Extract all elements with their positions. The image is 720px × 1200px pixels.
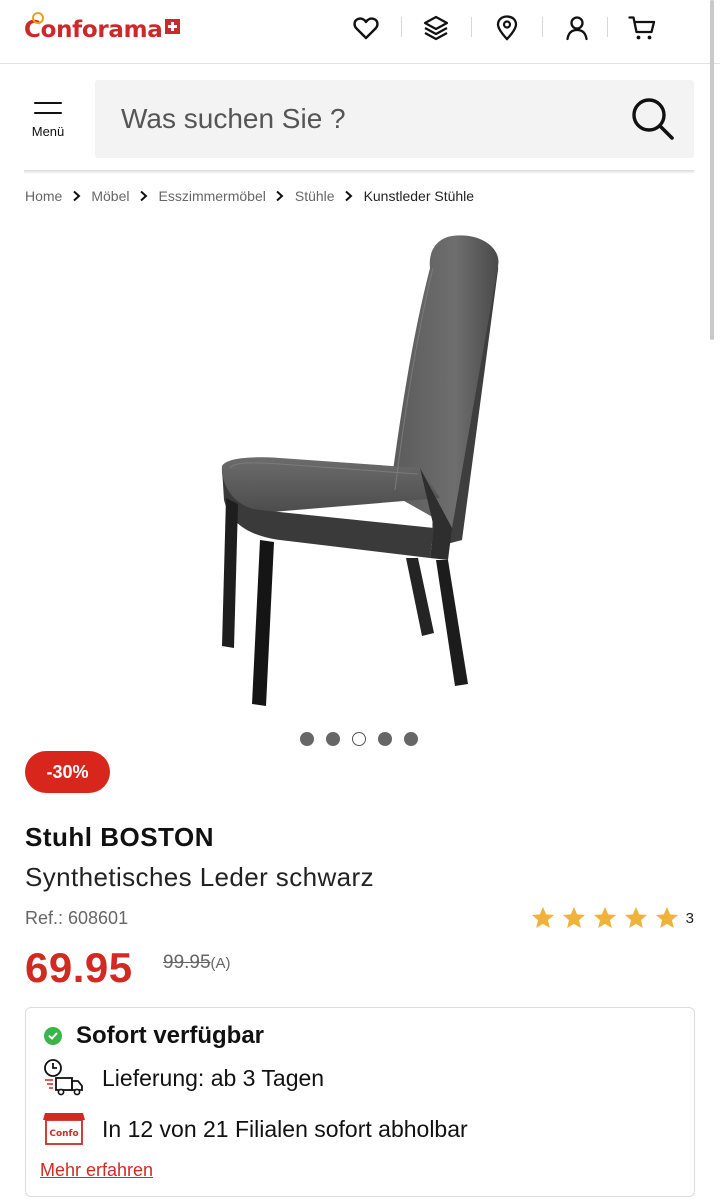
header-divider [401,17,402,37]
product-subtitle: Synthetisches Leder schwarz [25,862,374,892]
star-icon [593,906,616,928]
star-icon [531,906,554,928]
breadcrumb-stuehle[interactable]: Stühle [295,188,335,204]
breadcrumb-home[interactable]: Home [25,188,62,204]
product-rating[interactable]: 3 [525,905,694,931]
old-price-value: 99.95 [163,952,211,973]
discount-badge: -30% [25,751,110,793]
store-icon-label: Confo [49,1129,78,1139]
availability-box: Sofort verfügbar Lieferung: ab 3 Tagen C… [25,1007,695,1197]
breadcrumb: Home Möbel Esszimmermöbel Stühle Kunstle… [25,186,474,206]
gallery-dot[interactable] [378,732,392,746]
star-icon [562,906,585,928]
check-circle-icon [44,1027,62,1045]
old-price-suffix: (A) [210,955,231,972]
breadcrumb-esszimmermoebel[interactable]: Esszimmermöbel [159,188,266,204]
compare-button[interactable] [416,10,456,46]
header-divider [542,17,543,37]
gallery-dot[interactable] [404,732,418,746]
logo-ring-mark [32,12,44,24]
menu-button[interactable]: Menü [22,102,74,148]
breadcrumb-moebel[interactable]: Möbel [91,188,129,204]
swiss-cross-icon [164,18,180,34]
chevron-right-icon [138,190,150,202]
menu-label: Menü [31,124,65,139]
delivery-truck-icon [44,1059,83,1096]
chevron-right-icon [70,190,82,202]
breadcrumb-current: Kunstleder Stühle [363,188,475,204]
header-divider [607,17,608,37]
product-reference: Ref.: 608601 [25,908,129,928]
account-button[interactable] [557,10,597,46]
page-scrollbar[interactable] [710,0,714,340]
star-icon [655,906,678,928]
search-row: Menü [0,64,720,174]
search-box [95,80,694,158]
search-button[interactable] [628,94,678,144]
top-bar: Conforama [0,0,720,64]
old-price: 99.95(A) [163,952,231,974]
gallery-dot[interactable] [326,732,340,746]
hamburger-icon [34,102,62,116]
store-locator-button[interactable] [487,10,527,46]
chevron-right-icon [343,190,355,202]
conforama-logo[interactable]: Conforama [24,12,180,46]
pickup-text: In 12 von 21 Filialen sofort abholbar [102,1115,468,1142]
learn-more-link[interactable]: Mehr erfahren [40,1160,153,1181]
heart-icon [353,17,379,40]
header-divider [471,17,472,37]
cart-button[interactable] [622,10,662,46]
chair-illustration [221,235,499,706]
current-price: 69.95 [25,944,133,991]
chevron-right-icon [274,190,286,202]
pickup-row: Confo In 12 von 21 Filialen sofort abhol… [42,1109,468,1149]
layers-icon [423,15,449,41]
product-title: Stuhl BOSTON [25,822,214,852]
wishlist-button[interactable] [346,10,386,46]
star-icon [624,906,647,928]
store-icon: Confo [43,1113,85,1145]
availability-title: Sofort verfügbar [76,1022,265,1049]
availability-status: Sofort verfügbar [44,1022,264,1050]
gallery-dot-active[interactable] [352,732,366,746]
logo-text: Conforama [24,17,163,43]
rating-count: 3 [685,909,694,927]
gallery-pagination [300,732,418,748]
gallery-dot[interactable] [300,732,314,746]
location-pin-icon [496,15,518,41]
cart-icon [628,16,656,40]
search-divider [24,170,694,174]
search-input[interactable] [95,80,615,158]
search-icon [632,98,674,140]
delivery-text: Lieferung: ab 3 Tagen [102,1064,325,1091]
delivery-row: Lieferung: ab 3 Tagen [42,1058,324,1098]
product-image[interactable] [190,228,530,718]
user-icon [566,16,588,41]
